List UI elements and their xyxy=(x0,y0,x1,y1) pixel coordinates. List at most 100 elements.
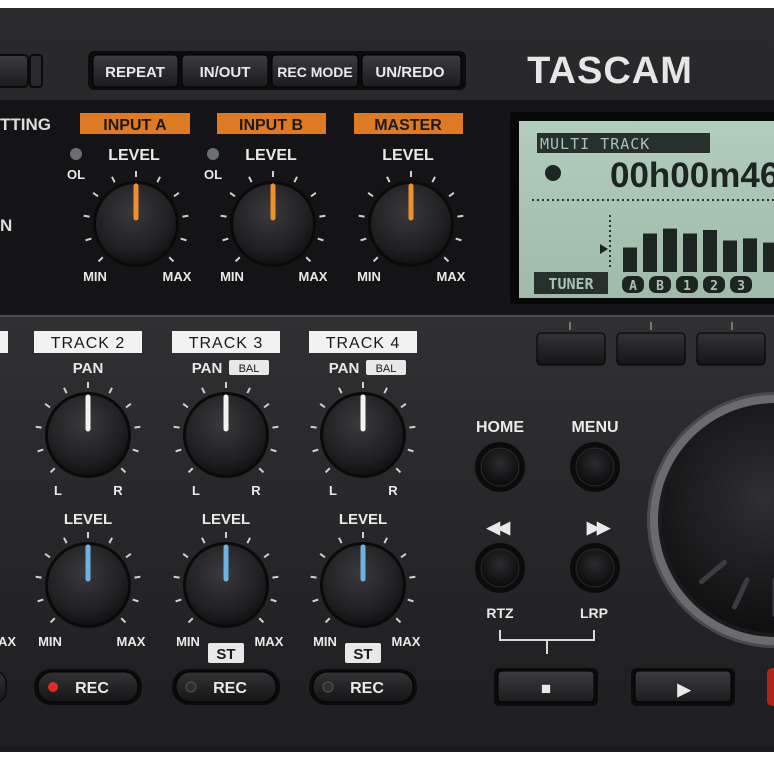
master-level-label: LEVEL xyxy=(382,147,434,164)
master-knob-scale-tick xyxy=(457,214,464,218)
top-left-partial-button[interactable] xyxy=(0,54,29,88)
top-left-partial-button-2[interactable] xyxy=(29,54,43,88)
stop-button[interactable]: ■ xyxy=(494,668,598,706)
track-name: TRACK 3 xyxy=(189,335,264,352)
input-b-min-label: MIN xyxy=(220,269,244,284)
record-button-partial[interactable] xyxy=(767,668,774,706)
lcd-meter-bar xyxy=(763,242,774,272)
top-button-group: REPEAT IN/OUT REC MODE UN/REDO xyxy=(92,54,462,88)
level-min-label: MIN xyxy=(176,634,200,649)
pan-left-label: L xyxy=(329,483,337,498)
level-max-label: MAX xyxy=(392,634,421,649)
rec-label: REC xyxy=(350,680,384,697)
rec-button[interactable]: REC xyxy=(309,669,417,705)
input-b-level-label: LEVEL xyxy=(245,147,297,164)
level-min-label: MIN xyxy=(313,634,337,649)
lcd-meter-bar xyxy=(723,240,737,272)
lcd-mode-label: MULTI TRACK xyxy=(540,135,650,153)
track-1-max-partial: AX xyxy=(0,634,16,649)
level-knob-scale-tick xyxy=(35,575,42,579)
lcd-meter-bar xyxy=(643,233,657,272)
master-min-label: MIN xyxy=(357,269,381,284)
home-label: HOME xyxy=(476,419,524,436)
level-knob-scale-tick xyxy=(310,575,317,579)
pan-knob-scale-tick xyxy=(409,425,416,429)
un-redo-button[interactable]: UN/REDO xyxy=(361,54,462,88)
input-a-ol-led xyxy=(70,148,82,160)
pan-label: PAN xyxy=(73,360,104,377)
bal-label: BAL xyxy=(239,363,260,375)
input-a-max-label: MAX xyxy=(163,269,192,284)
input-b-knob-scale-tick xyxy=(220,214,227,218)
play-button[interactable]: ▶ xyxy=(631,668,735,706)
pan-left-label: L xyxy=(192,483,200,498)
bal-label: BAL xyxy=(376,363,397,375)
input-a-knob-scale-tick xyxy=(182,214,189,218)
lcd-track-indicator-label: A xyxy=(629,279,637,294)
level-label: LEVEL xyxy=(339,511,387,528)
lrp-label: LRP xyxy=(580,605,608,621)
level-max-label: MAX xyxy=(255,634,284,649)
softkey-3[interactable] xyxy=(696,332,766,366)
lcd-track-indicator-label: 2 xyxy=(710,279,718,294)
rec-label: REC xyxy=(75,680,109,697)
master-max-label: MAX xyxy=(437,269,466,284)
lcd-tuner-label: TUNER xyxy=(548,275,594,293)
repeat-button-label: REPEAT xyxy=(105,64,165,81)
input-b-ol-led xyxy=(207,148,219,160)
fast-forward-button[interactable] xyxy=(570,543,620,593)
lcd-record-dot xyxy=(545,165,561,181)
input-b-tag-label: INPUT B xyxy=(239,117,303,134)
level-label: LEVEL xyxy=(202,511,250,528)
track-name: TRACK 2 xyxy=(51,335,126,352)
lcd-track-indicator-label: B xyxy=(656,279,664,294)
level-knob-scale-tick xyxy=(134,575,141,579)
pan-label: PAN xyxy=(329,360,360,377)
menu-label: MENU xyxy=(571,419,618,436)
st-label: ST xyxy=(353,646,372,663)
device-bottom-edge xyxy=(0,752,774,774)
input-a-knob-scale-tick xyxy=(83,214,90,218)
pan-knob-scale-tick xyxy=(134,425,141,429)
play-icon: ▶ xyxy=(676,680,691,699)
left-partial-label-n: N xyxy=(0,216,12,235)
level-knob-scale-tick xyxy=(272,575,279,579)
menu-button[interactable] xyxy=(570,442,620,492)
rtz-label: RTZ xyxy=(486,605,514,621)
rec-label: REC xyxy=(213,680,247,697)
repeat-button[interactable]: REPEAT xyxy=(92,54,179,88)
input-a-min-label: MIN xyxy=(83,269,107,284)
lcd-track-indicators: A B 1 2 3 xyxy=(622,276,752,294)
pan-label: PAN xyxy=(192,360,223,377)
level-min-label: MIN xyxy=(38,634,62,649)
track-1-tag-partial xyxy=(0,331,8,353)
pan-knob-scale-tick xyxy=(272,425,279,429)
lcd-meter-bar xyxy=(663,228,677,272)
lcd-track-indicator-label: 3 xyxy=(737,279,745,294)
rec-led xyxy=(48,682,58,692)
st-label: ST xyxy=(216,646,235,663)
rec-button[interactable]: REC xyxy=(34,669,142,705)
softkey-1[interactable] xyxy=(536,332,606,366)
input-a-tag-label: INPUT A xyxy=(103,117,167,134)
home-button[interactable] xyxy=(475,442,525,492)
softkey-2[interactable] xyxy=(616,332,686,366)
pan-left-label: L xyxy=(54,483,62,498)
un-redo-button-label: UN/REDO xyxy=(375,64,445,81)
rewind-button[interactable] xyxy=(475,543,525,593)
lcd-meter-bar xyxy=(743,238,757,272)
in-out-button-label: IN/OUT xyxy=(200,64,251,81)
in-out-button[interactable]: IN/OUT xyxy=(181,54,269,88)
input-b-knob-scale-tick xyxy=(319,214,326,218)
rec-mode-button[interactable]: REC MODE xyxy=(271,54,359,88)
rec-button[interactable]: REC xyxy=(172,669,280,705)
input-a-ol-label: OL xyxy=(67,167,85,182)
stop-icon: ■ xyxy=(541,679,551,698)
level-label: LEVEL xyxy=(64,511,112,528)
master-tag-label: MASTER xyxy=(374,117,442,134)
left-partial-label-setting: TTING xyxy=(0,115,51,134)
pan-knob-scale-tick xyxy=(310,425,317,429)
lcd-track-indicator-label: 1 xyxy=(683,279,691,294)
lcd-meter-bar xyxy=(703,230,717,272)
lcd-meter-bar xyxy=(683,233,697,272)
